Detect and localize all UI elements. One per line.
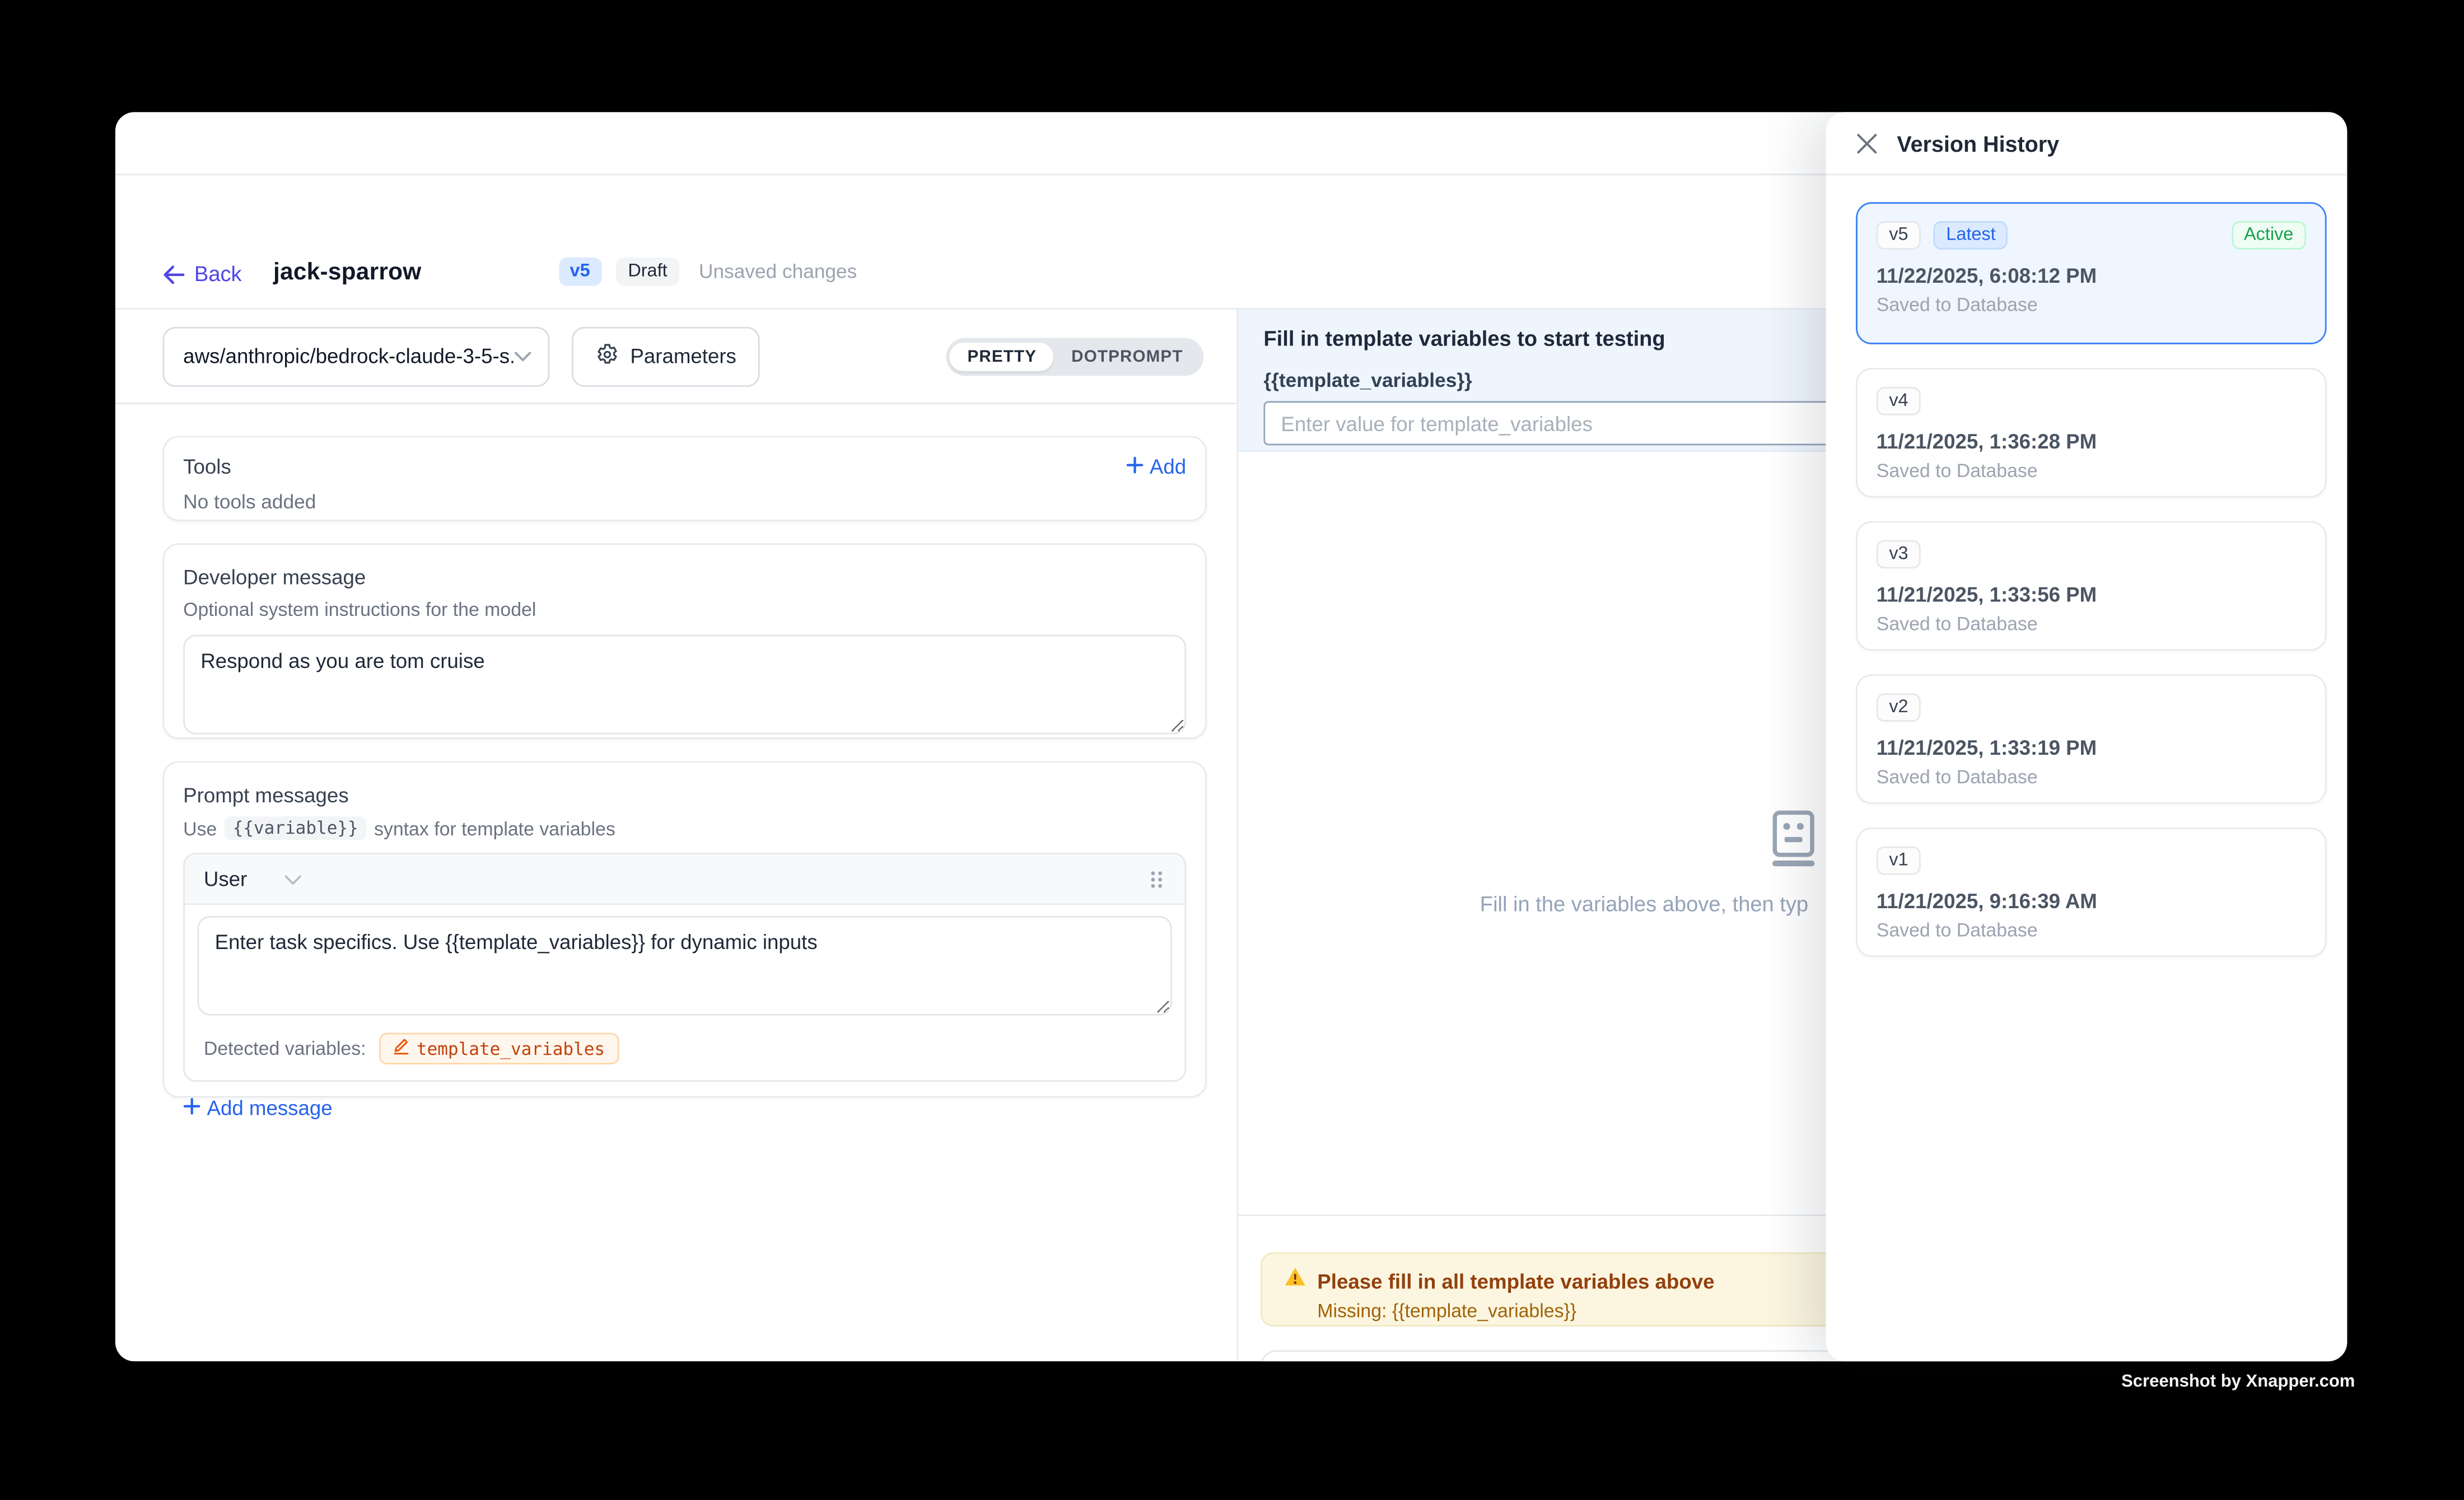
- version-card[interactable]: v4 11/21/2025, 1:36:28 PM Saved to Datab…: [1856, 368, 2327, 497]
- toggle-dotprompt[interactable]: DOTPROMPT: [1054, 342, 1200, 371]
- detected-variables-label: Detected variables:: [204, 1038, 366, 1059]
- parameters-button[interactable]: Parameters: [572, 326, 760, 386]
- hint-prefix: Use: [183, 817, 217, 839]
- version-card-chips: v4: [1877, 387, 2306, 415]
- version-timestamp: 11/21/2025, 1:33:19 PM: [1877, 736, 2306, 759]
- format-toggle: PRETTY DOTPROMPT: [947, 337, 1203, 375]
- chevron-down-icon: [285, 865, 302, 893]
- version-timestamp: 11/21/2025, 1:33:56 PM: [1877, 583, 2306, 606]
- latest-badge: Latest: [1934, 221, 2008, 250]
- add-tool-button[interactable]: Add: [1126, 455, 1187, 478]
- detected-variables-row: Detected variables: template_variables: [185, 1024, 1184, 1081]
- version-card[interactable]: v2 11/21/2025, 1:33:19 PM Saved to Datab…: [1856, 674, 2327, 803]
- warning-title: Please fill in all template variables ab…: [1317, 1269, 1714, 1292]
- add-tool-label: Add: [1150, 455, 1186, 478]
- version-saved-status: Saved to Database: [1877, 460, 2306, 482]
- tools-title: Tools: [183, 455, 231, 478]
- message-body: Enter task specifics. Use {{template_var…: [185, 905, 1184, 1024]
- message-header: User: [185, 854, 1184, 905]
- version-card-chips: v3: [1877, 540, 2306, 569]
- prompt-title: jack-sparrow: [273, 259, 421, 286]
- robot-icon: [1764, 809, 1822, 875]
- pencil-icon: [393, 1038, 409, 1059]
- editor-pane: aws/anthropic/bedrock-claude-3-5-s... Pa…: [115, 310, 1238, 1360]
- message-block: User Enter task specifics: [183, 853, 1186, 1082]
- toggle-pretty[interactable]: PRETTY: [950, 342, 1054, 371]
- version-badge: v5: [559, 258, 601, 286]
- screenshot-stage: Back jack-sparrow v5 Draft Unsaved chang…: [0, 0, 2464, 1500]
- role-select-value: User: [204, 867, 247, 890]
- version-saved-status: Saved to Database: [1877, 766, 2306, 788]
- back-arrow-icon: [163, 264, 185, 283]
- version-list: v5 Latest Active 11/22/2025, 6:08:12 PM …: [1826, 175, 2347, 980]
- prompt-messages-title: Prompt messages: [183, 783, 1186, 807]
- add-message-button[interactable]: Add message: [183, 1096, 1186, 1119]
- chevron-down-icon: [514, 342, 533, 371]
- detected-variable-name: template_variables: [417, 1038, 605, 1059]
- unsaved-changes-text: Unsaved changes: [699, 260, 857, 282]
- model-row: aws/anthropic/bedrock-claude-3-5-s... Pa…: [115, 310, 1237, 404]
- toolbar-badges: v5 Draft Unsaved changes: [559, 258, 857, 286]
- active-badge: Active: [2231, 221, 2306, 250]
- version-number-badge: v1: [1877, 847, 1921, 875]
- version-card-chips: v1: [1877, 847, 2306, 875]
- version-number-badge: v3: [1877, 540, 1921, 569]
- hint-suffix: syntax for template variables: [374, 817, 615, 839]
- drag-handle-icon[interactable]: [1147, 868, 1166, 890]
- model-select[interactable]: aws/anthropic/bedrock-claude-3-5-s...: [163, 326, 550, 386]
- warning-icon: [1284, 1267, 1306, 1295]
- version-card[interactable]: v3 11/21/2025, 1:33:56 PM Saved to Datab…: [1856, 521, 2327, 651]
- version-card[interactable]: v5 Latest Active 11/22/2025, 6:08:12 PM …: [1856, 202, 2327, 344]
- back-label: Back: [194, 262, 242, 286]
- version-card-chips: v5 Latest Active: [1877, 221, 2306, 250]
- message-input[interactable]: Enter task specifics. Use {{template_var…: [198, 916, 1172, 1016]
- version-number-badge: v5: [1877, 221, 1921, 250]
- version-number-badge: v2: [1877, 693, 1921, 722]
- version-timestamp: 11/21/2025, 9:16:39 AM: [1877, 889, 2306, 913]
- draft-status-badge: Draft: [615, 258, 680, 286]
- model-select-value: aws/anthropic/bedrock-claude-3-5-s...: [183, 344, 513, 368]
- close-icon[interactable]: [1856, 132, 1878, 154]
- empty-state-text: Fill in the variables above, then typ: [1480, 892, 1808, 916]
- gear-icon: [595, 342, 619, 371]
- version-saved-status: Saved to Database: [1877, 919, 2306, 941]
- version-timestamp: 11/22/2025, 6:08:12 PM: [1877, 264, 2306, 287]
- parameters-label: Parameters: [630, 344, 736, 368]
- version-saved-status: Saved to Database: [1877, 294, 2306, 316]
- syntax-hint: Use {{variable}} syntax for template var…: [183, 816, 1186, 840]
- watermark-text: Screenshot by Xnapper.com: [2121, 1372, 2355, 1391]
- version-history-panel: Version History v5 Latest Active 11/22/2…: [1826, 112, 2347, 1361]
- plus-icon: [1126, 455, 1144, 478]
- prompt-messages-card: Prompt messages Use {{variable}} syntax …: [163, 761, 1207, 1097]
- tools-empty-text: No tools added: [183, 491, 1186, 513]
- version-timestamp: 11/21/2025, 1:36:28 PM: [1877, 429, 2306, 453]
- developer-message-subtitle: Optional system instructions for the mod…: [183, 599, 1186, 620]
- plus-icon: [183, 1096, 200, 1119]
- version-number-badge: v4: [1877, 387, 1921, 415]
- add-message-label: Add message: [207, 1096, 332, 1119]
- role-select[interactable]: User: [204, 865, 302, 893]
- developer-message-card: Developer message Optional system instru…: [163, 543, 1207, 739]
- version-saved-status: Saved to Database: [1877, 613, 2306, 634]
- developer-message-input[interactable]: Respond as you are tom cruise: [183, 635, 1186, 735]
- version-card[interactable]: v1 11/21/2025, 9:16:39 AM Saved to Datab…: [1856, 828, 2327, 957]
- version-history-header: Version History: [1826, 112, 2347, 175]
- detected-variable-chip[interactable]: template_variables: [379, 1033, 619, 1064]
- back-button[interactable]: Back: [163, 262, 242, 286]
- version-card-chips: v2: [1877, 693, 2306, 722]
- version-history-title: Version History: [1897, 130, 2059, 156]
- tools-card: Tools Add No tools added: [163, 436, 1207, 521]
- editor-scroll-area: Tools Add No tools added Devel: [115, 404, 1237, 1359]
- developer-message-title: Developer message: [183, 566, 1186, 589]
- variable-syntax-chip: {{variable}}: [225, 816, 366, 840]
